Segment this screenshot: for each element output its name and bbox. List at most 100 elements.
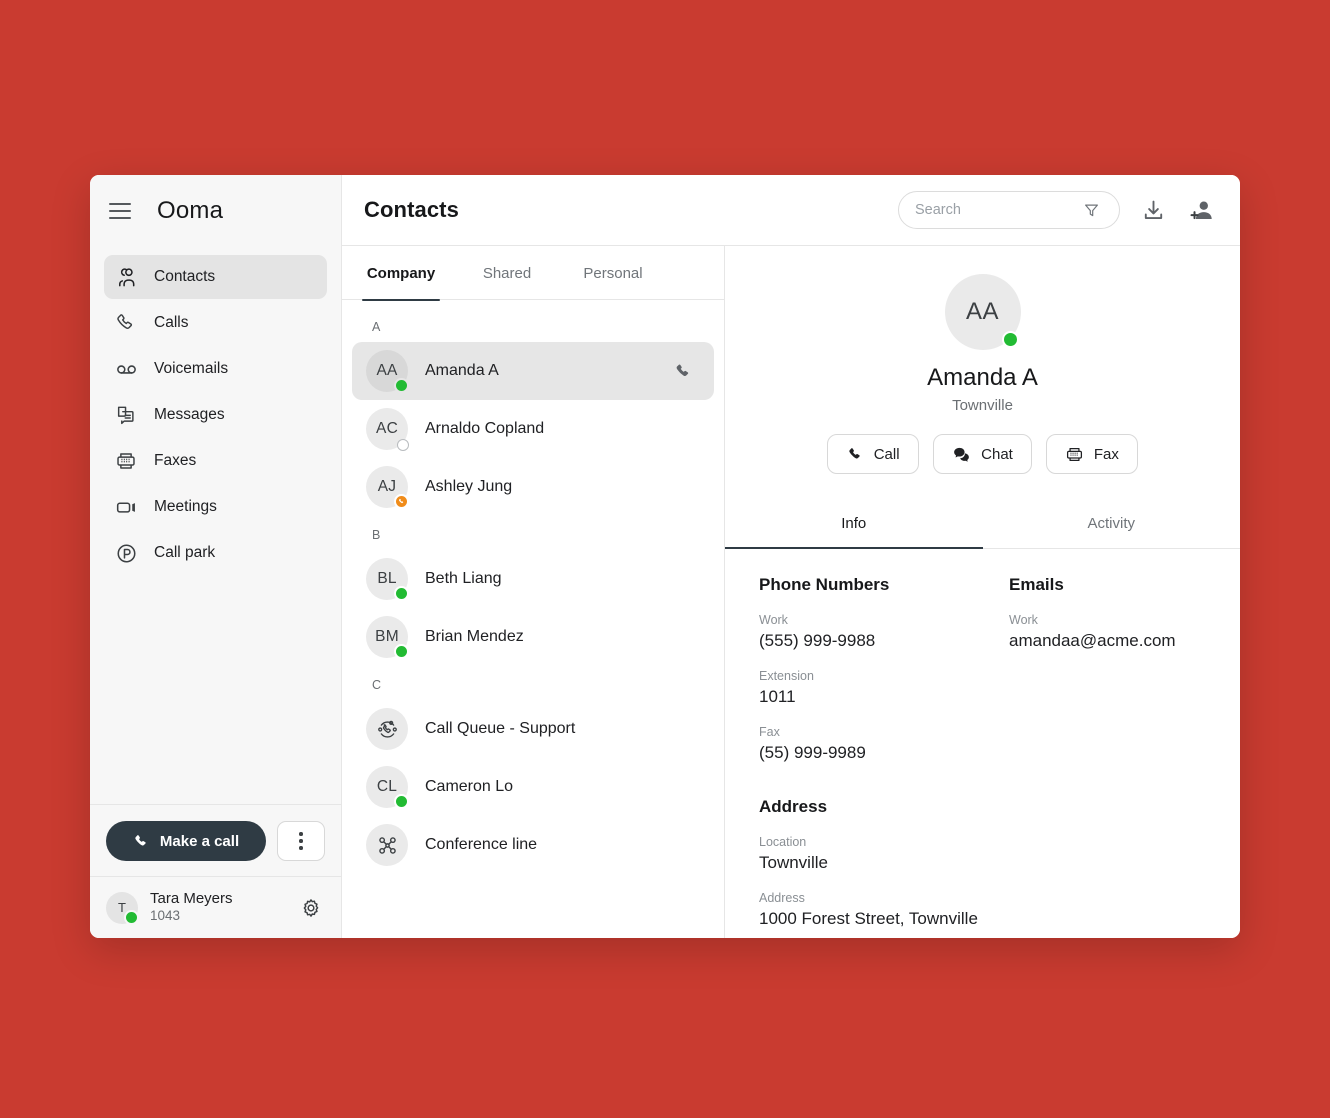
sidebar-spacer xyxy=(90,575,341,804)
sidebar-item-label: Meetings xyxy=(154,498,217,516)
sidebar-item-messages[interactable]: Messages xyxy=(104,393,327,437)
list-item[interactable]: AC Arnaldo Copland xyxy=(352,400,714,458)
contact-actions: Call Chat xyxy=(827,434,1138,474)
contacts-icon xyxy=(114,265,138,289)
field-value[interactable]: (55) 999-9989 xyxy=(759,743,1009,763)
avatar-initials: BL xyxy=(377,570,396,588)
field-label: Extension xyxy=(759,669,1009,683)
hamburger-icon[interactable] xyxy=(109,199,133,223)
list-item[interactable]: CL Cameron Lo xyxy=(352,758,714,816)
avatar xyxy=(366,824,408,866)
search-input[interactable] xyxy=(915,202,1079,218)
contact-list-panel: Company Shared Personal A AA Amanda A xyxy=(342,246,725,938)
contact-name: Call Queue - Support xyxy=(425,720,696,738)
video-icon xyxy=(114,495,138,519)
tab-info[interactable]: Info xyxy=(725,498,983,548)
section-letter: C xyxy=(352,666,714,700)
phone-work-field: Work (555) 999-9988 xyxy=(759,613,1009,651)
current-user-extension: 1043 xyxy=(150,908,285,924)
gear-icon[interactable] xyxy=(297,894,325,922)
phone-extension-field: Extension 1011 xyxy=(759,669,1009,707)
brand-logo: Ooma xyxy=(157,197,223,225)
contact-list-scroll[interactable]: A AA Amanda A xyxy=(342,300,724,938)
contact-detail-subtitle: Townville xyxy=(952,397,1013,414)
conference-line-icon xyxy=(376,834,399,857)
field-label: Work xyxy=(1009,613,1206,627)
sidebar-item-faxes[interactable]: Faxes xyxy=(104,439,327,483)
chat-button-label: Chat xyxy=(981,446,1013,463)
group-spacer xyxy=(759,781,1009,797)
phone-icon xyxy=(133,833,150,850)
field-value[interactable]: 1011 xyxy=(759,687,1009,707)
sidebar-item-label: Faxes xyxy=(154,452,196,470)
current-user-row[interactable]: T Tara Meyers 1043 xyxy=(90,876,341,938)
list-item[interactable]: Conference line xyxy=(352,816,714,874)
field-value: 1000 Forest Street, Townville xyxy=(759,909,1009,929)
filter-icon[interactable] xyxy=(1079,195,1105,225)
tab-shared[interactable]: Shared xyxy=(454,246,560,300)
avatar-initials: CL xyxy=(377,778,397,796)
tab-company[interactable]: Company xyxy=(348,246,454,300)
field-label: Location xyxy=(759,835,1009,849)
list-item[interactable]: BM Brian Mendez xyxy=(352,608,714,666)
field-label: Address xyxy=(759,891,1009,905)
section-letter: A xyxy=(352,308,714,342)
avatar-initials: AC xyxy=(376,420,398,438)
make-a-call-button[interactable]: Make a call xyxy=(106,821,266,861)
contact-detail-tabs: Info Activity xyxy=(725,498,1240,549)
sidebar-actions: Make a call xyxy=(90,804,341,876)
list-item[interactable]: AA Amanda A xyxy=(352,342,714,400)
download-icon[interactable] xyxy=(1138,195,1168,225)
fax-icon xyxy=(1065,445,1084,464)
sidebar-item-label: Contacts xyxy=(154,268,215,286)
field-value[interactable]: amandaa@acme.com xyxy=(1009,631,1206,651)
contact-name: Arnaldo Copland xyxy=(425,420,696,438)
contact-detail-header: AA Amanda A Townville Call xyxy=(725,246,1240,474)
parking-icon xyxy=(114,541,138,565)
phone-icon[interactable] xyxy=(670,358,696,384)
main-area: Contacts xyxy=(342,175,1240,938)
fax-button-label: Fax xyxy=(1094,446,1119,463)
avatar xyxy=(366,708,408,750)
sidebar-header: Ooma xyxy=(90,175,341,247)
sidebar-item-label: Calls xyxy=(154,314,188,332)
tab-personal[interactable]: Personal xyxy=(560,246,666,300)
sidebar-item-contacts[interactable]: Contacts xyxy=(104,255,327,299)
sidebar-item-call-park[interactable]: Call park xyxy=(104,531,327,575)
sidebar-item-meetings[interactable]: Meetings xyxy=(104,485,327,529)
address-heading: Address xyxy=(759,797,1009,817)
contact-name: Beth Liang xyxy=(425,570,696,588)
field-label: Work xyxy=(759,613,1009,627)
chat-icon xyxy=(952,445,971,464)
list-item[interactable]: AJ Ashley Jung xyxy=(352,458,714,516)
fax-button[interactable]: Fax xyxy=(1046,434,1138,474)
call-button[interactable]: Call xyxy=(827,434,919,474)
contact-detail-name: Amanda A xyxy=(927,364,1038,392)
sidebar-item-calls[interactable]: Calls xyxy=(104,301,327,345)
avatar: T xyxy=(106,892,138,924)
add-person-icon[interactable] xyxy=(1186,195,1216,225)
status-badge-online xyxy=(124,910,139,925)
topbar: Contacts xyxy=(342,175,1240,246)
phone-icon xyxy=(847,446,864,463)
field-value[interactable]: (555) 999-9988 xyxy=(759,631,1009,651)
call-queue-icon xyxy=(376,718,399,741)
contact-name: Conference line xyxy=(425,836,696,854)
sidebar-nav: Contacts Calls Voicema xyxy=(90,247,341,575)
status-badge-on-call xyxy=(394,494,409,509)
search-box[interactable] xyxy=(898,191,1120,229)
contact-detail-panel: AA Amanda A Townville Call xyxy=(725,246,1240,938)
list-item[interactable]: Call Queue - Support xyxy=(352,700,714,758)
sidebar-item-label: Messages xyxy=(154,406,225,424)
avatar: BM xyxy=(366,616,408,658)
kebab-menu-icon[interactable] xyxy=(277,821,325,861)
avatar-initials: AA xyxy=(376,362,397,380)
avatar-initials: AJ xyxy=(378,478,397,496)
list-item[interactable]: BL Beth Liang xyxy=(352,550,714,608)
content-split: Company Shared Personal A AA Amanda A xyxy=(342,246,1240,938)
contact-list-tabs: Company Shared Personal xyxy=(342,246,724,300)
tab-activity[interactable]: Activity xyxy=(983,498,1241,548)
contact-name: Cameron Lo xyxy=(425,778,696,796)
chat-button[interactable]: Chat xyxy=(933,434,1032,474)
sidebar-item-voicemails[interactable]: Voicemails xyxy=(104,347,327,391)
